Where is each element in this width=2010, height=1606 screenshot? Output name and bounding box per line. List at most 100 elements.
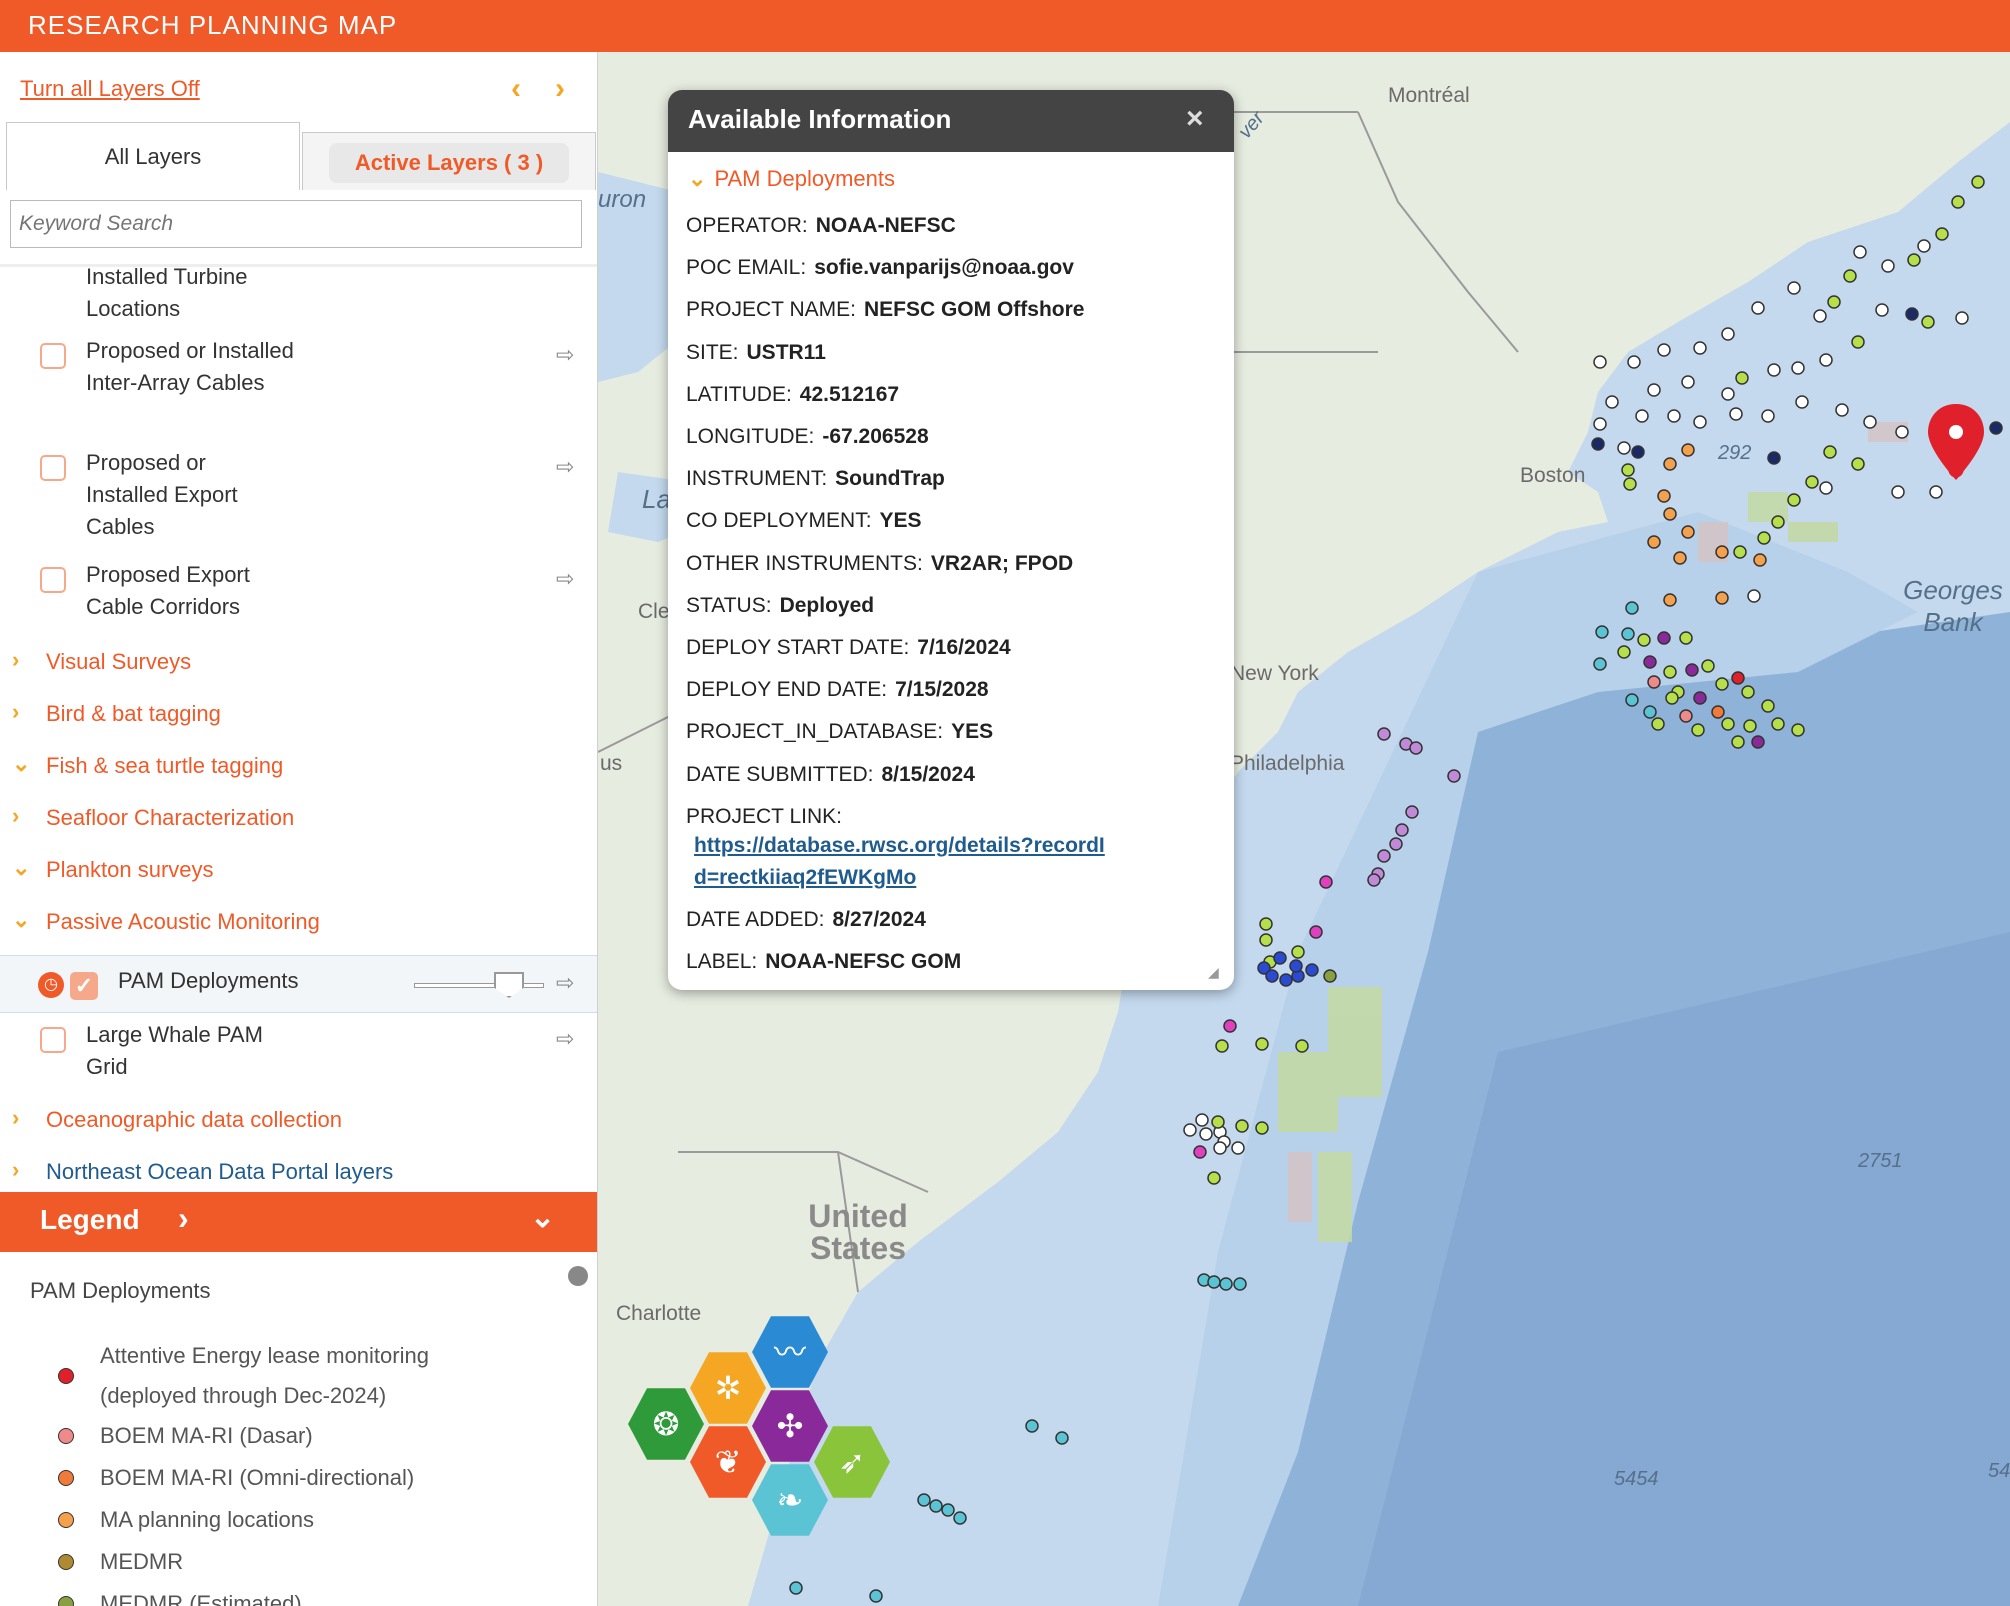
pam-point[interactable] (1199, 1127, 1213, 1141)
pam-point[interactable] (1663, 593, 1677, 607)
layer-checkbox[interactable] (40, 567, 66, 593)
pam-point[interactable] (1279, 973, 1293, 987)
pam-point[interactable] (1819, 353, 1833, 367)
pam-point[interactable] (1635, 409, 1649, 423)
pam-point[interactable] (1367, 873, 1381, 887)
pam-point[interactable] (1291, 945, 1305, 959)
opacity-slider-track[interactable] (414, 983, 544, 988)
pam-point[interactable] (1591, 437, 1605, 451)
pam-point[interactable] (1593, 417, 1607, 431)
pam-point[interactable] (1771, 717, 1785, 731)
pam-point[interactable] (1743, 719, 1757, 733)
pam-point[interactable] (1853, 245, 1867, 259)
pam-point[interactable] (1715, 545, 1729, 559)
category-visual-surveys[interactable]: › Visual Surveys (0, 643, 597, 683)
pam-point[interactable] (1835, 403, 1849, 417)
pam-point[interactable] (1863, 415, 1877, 429)
close-icon[interactable]: × (1186, 102, 1204, 136)
turn-all-layers-off-link[interactable]: Turn all Layers Off (20, 76, 200, 102)
pam-point[interactable] (1715, 591, 1729, 605)
pam-point[interactable] (1207, 1171, 1221, 1185)
tab-all-layers[interactable]: All Layers (6, 122, 300, 190)
pam-point[interactable] (1593, 355, 1607, 369)
pam-point[interactable] (1673, 551, 1687, 565)
pam-point[interactable] (1989, 421, 2003, 435)
pam-point[interactable] (1377, 727, 1391, 741)
pam-point[interactable] (1679, 709, 1693, 723)
pam-point[interactable] (1663, 665, 1677, 679)
pam-point[interactable] (1643, 705, 1657, 719)
layer-checkbox[interactable] (40, 455, 66, 481)
pam-point[interactable] (1259, 917, 1273, 931)
pam-point[interactable] (1907, 253, 1921, 267)
pam-point[interactable] (953, 1511, 967, 1525)
resize-handle-icon[interactable]: ◢ (1208, 964, 1226, 982)
pam-point[interactable] (1827, 295, 1841, 309)
pam-point[interactable] (1259, 933, 1273, 947)
pam-point[interactable] (1681, 443, 1695, 457)
pam-point[interactable] (1729, 407, 1743, 421)
pam-point[interactable] (1751, 735, 1765, 749)
zoom-to-layer-icon[interactable]: ⇨ (556, 563, 584, 591)
pam-point[interactable] (1767, 363, 1781, 377)
chevron-left-icon[interactable]: ‹ (502, 74, 530, 104)
pam-point[interactable] (1895, 425, 1909, 439)
pam-point[interactable] (917, 1493, 931, 1507)
category-oceanographic[interactable]: › Oceanographic data collection (0, 1101, 597, 1141)
pam-point[interactable] (1389, 837, 1403, 851)
pam-point[interactable] (1843, 269, 1857, 283)
pam-point[interactable] (1813, 309, 1827, 323)
pam-point[interactable] (1273, 951, 1287, 965)
pam-point[interactable] (1881, 259, 1895, 273)
pam-point[interactable] (1757, 531, 1771, 545)
pam-point[interactable] (1851, 457, 1865, 471)
pam-point[interactable] (1323, 969, 1337, 983)
pam-point[interactable] (1637, 633, 1651, 647)
pam-point[interactable] (1851, 335, 1865, 349)
pam-point[interactable] (1617, 441, 1631, 455)
pam-point[interactable] (1685, 663, 1699, 677)
pam-point[interactable] (1231, 1141, 1245, 1155)
category-passive-acoustic[interactable]: ⌄ Passive Acoustic Monitoring (0, 903, 597, 943)
pam-point[interactable] (1213, 1141, 1227, 1155)
pam-point[interactable] (1805, 475, 1819, 489)
pam-point[interactable] (1643, 655, 1657, 669)
pam-point[interactable] (1289, 959, 1303, 973)
pam-point[interactable] (1605, 395, 1619, 409)
pam-point[interactable] (1255, 1121, 1269, 1135)
pam-point[interactable] (1731, 735, 1745, 749)
pam-point[interactable] (1657, 343, 1671, 357)
layer-checkbox-checked[interactable]: ✓ (70, 972, 98, 1000)
pam-point[interactable] (1753, 553, 1767, 567)
pam-point[interactable] (1647, 383, 1661, 397)
pam-point[interactable] (1647, 675, 1661, 689)
pam-point[interactable] (1207, 1275, 1221, 1289)
pam-point[interactable] (1715, 677, 1729, 691)
pam-point[interactable] (1721, 327, 1735, 341)
pam-point[interactable] (1747, 589, 1761, 603)
zoom-to-layer-icon[interactable]: ⇨ (556, 1023, 584, 1051)
pam-point[interactable] (1395, 823, 1409, 837)
pam-point[interactable] (1631, 445, 1645, 459)
pam-point[interactable] (1951, 195, 1965, 209)
pam-point[interactable] (1819, 481, 1833, 495)
zoom-to-layer-icon[interactable]: ⇨ (556, 970, 584, 995)
keyword-search-input[interactable] (10, 200, 582, 248)
pam-point[interactable] (1621, 463, 1635, 477)
pam-point[interactable] (1733, 545, 1747, 559)
pam-point[interactable] (1255, 1037, 1269, 1051)
pam-point[interactable] (1667, 409, 1681, 423)
opacity-slider-handle[interactable] (494, 972, 524, 998)
pam-point[interactable] (1791, 361, 1805, 375)
pam-point[interactable] (929, 1499, 943, 1513)
pam-point[interactable] (1233, 1277, 1247, 1291)
pam-point[interactable] (1663, 457, 1677, 471)
pam-point[interactable] (1693, 341, 1707, 355)
pam-point[interactable] (1741, 685, 1755, 699)
pam-point[interactable] (1971, 175, 1985, 189)
pam-point[interactable] (1681, 525, 1695, 539)
pam-point[interactable] (1771, 515, 1785, 529)
pam-point[interactable] (1761, 699, 1775, 713)
pam-point[interactable] (1447, 769, 1461, 783)
pam-point[interactable] (1657, 489, 1671, 503)
